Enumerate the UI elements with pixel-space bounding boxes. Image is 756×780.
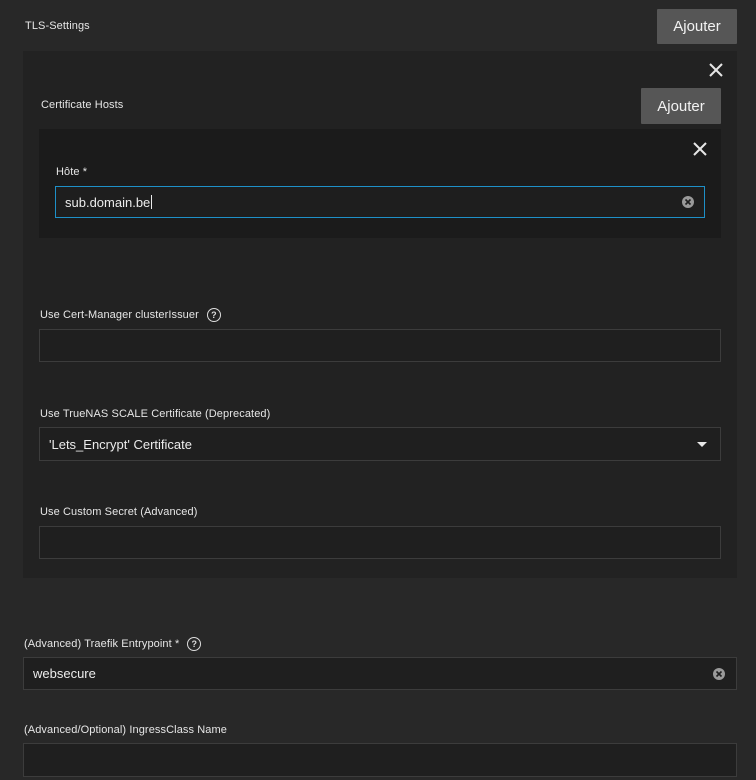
host-entry-panel xyxy=(39,129,721,238)
traefik-entrypoint-input[interactable]: websecure xyxy=(23,657,737,690)
certificate-hosts-label: Certificate Hosts xyxy=(41,99,124,111)
custom-secret-input[interactable] xyxy=(39,526,721,559)
truenas-cert-select[interactable]: 'Lets_Encrypt' Certificate xyxy=(39,427,721,461)
traefik-entrypoint-label: (Advanced) Traefik Entrypoint * xyxy=(24,638,180,650)
ingress-class-label: (Advanced/Optional) IngressClass Name xyxy=(24,724,228,736)
cluster-issuer-input[interactable] xyxy=(39,329,721,362)
host-input[interactable]: sub.domain.be xyxy=(55,186,705,218)
clear-icon[interactable] xyxy=(682,196,694,208)
help-icon[interactable]: ? xyxy=(187,637,202,651)
traefik-entrypoint-value: websecure xyxy=(33,666,96,681)
host-input-value: sub.domain.be xyxy=(65,194,151,210)
certificate-hosts-add-button[interactable]: Ajouter xyxy=(641,88,721,124)
ingress-class-input[interactable] xyxy=(23,743,737,777)
close-icon[interactable] xyxy=(707,61,725,79)
text-cursor xyxy=(151,195,153,209)
chevron-down-icon xyxy=(697,442,707,447)
traefik-label-row: (Advanced) Traefik Entrypoint * ? xyxy=(24,637,202,651)
help-icon[interactable]: ? xyxy=(206,308,221,322)
tls-settings-label: TLS-Settings xyxy=(25,20,90,32)
host-label: Hôte * xyxy=(56,166,88,178)
tls-add-button[interactable]: Ajouter xyxy=(657,9,737,44)
close-icon[interactable] xyxy=(691,140,709,158)
clear-icon[interactable] xyxy=(713,668,725,680)
cluster-issuer-label: Use Cert-Manager clusterIssuer xyxy=(40,309,199,321)
cluster-issuer-label-row: Use Cert-Manager clusterIssuer ? xyxy=(40,308,221,322)
custom-secret-label: Use Custom Secret (Advanced) xyxy=(40,506,198,518)
truenas-cert-label: Use TrueNAS SCALE Certificate (Deprecate… xyxy=(40,408,271,420)
truenas-cert-value: 'Lets_Encrypt' Certificate xyxy=(49,436,192,452)
